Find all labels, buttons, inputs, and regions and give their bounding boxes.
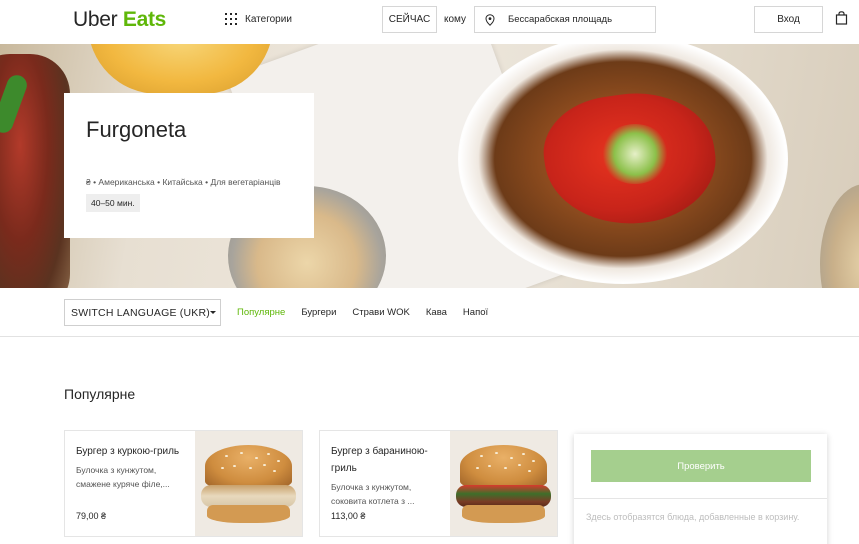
cart-empty-message: Здесь отобразятся блюда, добавленные в к… bbox=[586, 512, 800, 522]
sesame-seed bbox=[528, 470, 531, 472]
to-label: кому bbox=[444, 14, 467, 25]
menu-item-text: Бургер з бараниною-гриль Булочка з кунжу… bbox=[331, 443, 443, 508]
cart-divider bbox=[574, 498, 827, 499]
sesame-seed bbox=[532, 460, 535, 462]
sesame-seed bbox=[495, 452, 498, 454]
sesame-seed bbox=[221, 467, 224, 469]
address-text: Бессарабская площадь bbox=[508, 14, 613, 25]
menu-item-name: Бургер з бараниною-гриль bbox=[331, 446, 428, 474]
burger-filling bbox=[456, 485, 551, 507]
login-button[interactable]: Вход bbox=[754, 6, 823, 33]
sesame-seed bbox=[480, 455, 483, 457]
language-select-value: SWITCH LANGUAGE (UKR) bbox=[71, 306, 210, 319]
hero-side-bowl bbox=[820, 184, 859, 288]
menu-item-image bbox=[195, 431, 302, 536]
menu-nav-bar: SWITCH LANGUAGE (UKR) Популярне Бургери … bbox=[0, 288, 859, 337]
menu-item-price: 79,00 ₴ bbox=[76, 511, 107, 521]
sesame-seed bbox=[233, 465, 236, 467]
tab-popular[interactable]: Популярне bbox=[237, 307, 285, 318]
menu-item-card[interactable]: Бургер з бараниною-гриль Булочка з кунжу… bbox=[319, 430, 558, 537]
sesame-seed bbox=[488, 465, 491, 467]
menu-item-card[interactable]: Бургер з куркою-гриль Булочка з кунжутом… bbox=[64, 430, 303, 537]
sesame-seed bbox=[510, 457, 513, 459]
categories-label: Категории bbox=[245, 13, 292, 25]
sesame-seed bbox=[255, 457, 258, 459]
menu-item-image bbox=[450, 431, 557, 536]
checkout-button[interactable]: Проверить bbox=[591, 450, 811, 482]
menu-item-price: 113,00 ₴ bbox=[331, 511, 366, 521]
location-pin-icon bbox=[485, 13, 495, 26]
uber-eats-logo[interactable]: Uber Eats bbox=[73, 8, 166, 32]
chevron-down-icon bbox=[210, 311, 216, 314]
menu-item-description: Булочка з кунжутом, смажене куряче філе,… bbox=[76, 465, 170, 489]
hero-green-onion bbox=[600, 124, 670, 184]
delivery-time-button[interactable]: СЕЙЧАС bbox=[382, 6, 437, 33]
sesame-seed bbox=[518, 464, 521, 466]
menu-item-description: Булочка з кунжутом, соковита котлета з .… bbox=[331, 482, 415, 506]
sesame-seed bbox=[522, 453, 525, 455]
sesame-seed bbox=[267, 453, 270, 455]
sesame-seed bbox=[263, 464, 266, 466]
burger-bun-top bbox=[460, 445, 547, 487]
category-tabs: Популярне Бургери Страви WOK Кава Напої bbox=[237, 307, 504, 318]
restaurant-tags: ₴ • Американська • Китайська • Для вегет… bbox=[86, 177, 281, 187]
burger-bun-bottom bbox=[462, 505, 545, 523]
tab-wok[interactable]: Страви WOK bbox=[352, 307, 409, 318]
restaurant-info-card: Furgoneta ₴ • Американська • Китайська •… bbox=[64, 93, 314, 238]
section-title: Популярне bbox=[64, 386, 136, 402]
sesame-seed bbox=[476, 467, 479, 469]
restaurant-name: Furgoneta bbox=[86, 117, 187, 142]
language-select[interactable]: SWITCH LANGUAGE (UKR) bbox=[64, 299, 221, 326]
sesame-seed bbox=[273, 470, 276, 472]
grid-icon bbox=[225, 13, 237, 25]
categories-button[interactable]: Категории bbox=[225, 13, 292, 25]
tab-drinks[interactable]: Напої bbox=[463, 307, 488, 318]
tab-burgers[interactable]: Бургери bbox=[301, 307, 336, 318]
sesame-seed bbox=[277, 460, 280, 462]
sesame-seed bbox=[504, 467, 507, 469]
sesame-seed bbox=[225, 455, 228, 457]
menu-item-name: Бургер з куркою-гриль bbox=[76, 446, 180, 457]
address-input[interactable]: Бессарабская площадь bbox=[474, 6, 656, 33]
delivery-eta-badge: 40–50 мин. bbox=[86, 194, 140, 212]
shopping-bag-icon[interactable] bbox=[835, 11, 848, 25]
logo-eats-text: Eats bbox=[122, 8, 167, 31]
sesame-seed bbox=[240, 452, 243, 454]
top-header: Uber Eats Категории СЕЙЧАС кому Бессараб… bbox=[0, 0, 859, 44]
tab-coffee[interactable]: Кава bbox=[426, 307, 447, 318]
cart-panel: Проверить Здесь отобразятся блюда, добав… bbox=[574, 434, 827, 544]
menu-item-text: Бургер з куркою-гриль Булочка з кунжутом… bbox=[76, 443, 188, 491]
burger-bun-bottom bbox=[207, 505, 290, 523]
sesame-seed bbox=[249, 467, 252, 469]
logo-uber-text: Uber bbox=[73, 8, 118, 31]
burger-bun-top bbox=[205, 445, 292, 487]
burger-filling bbox=[201, 485, 296, 507]
